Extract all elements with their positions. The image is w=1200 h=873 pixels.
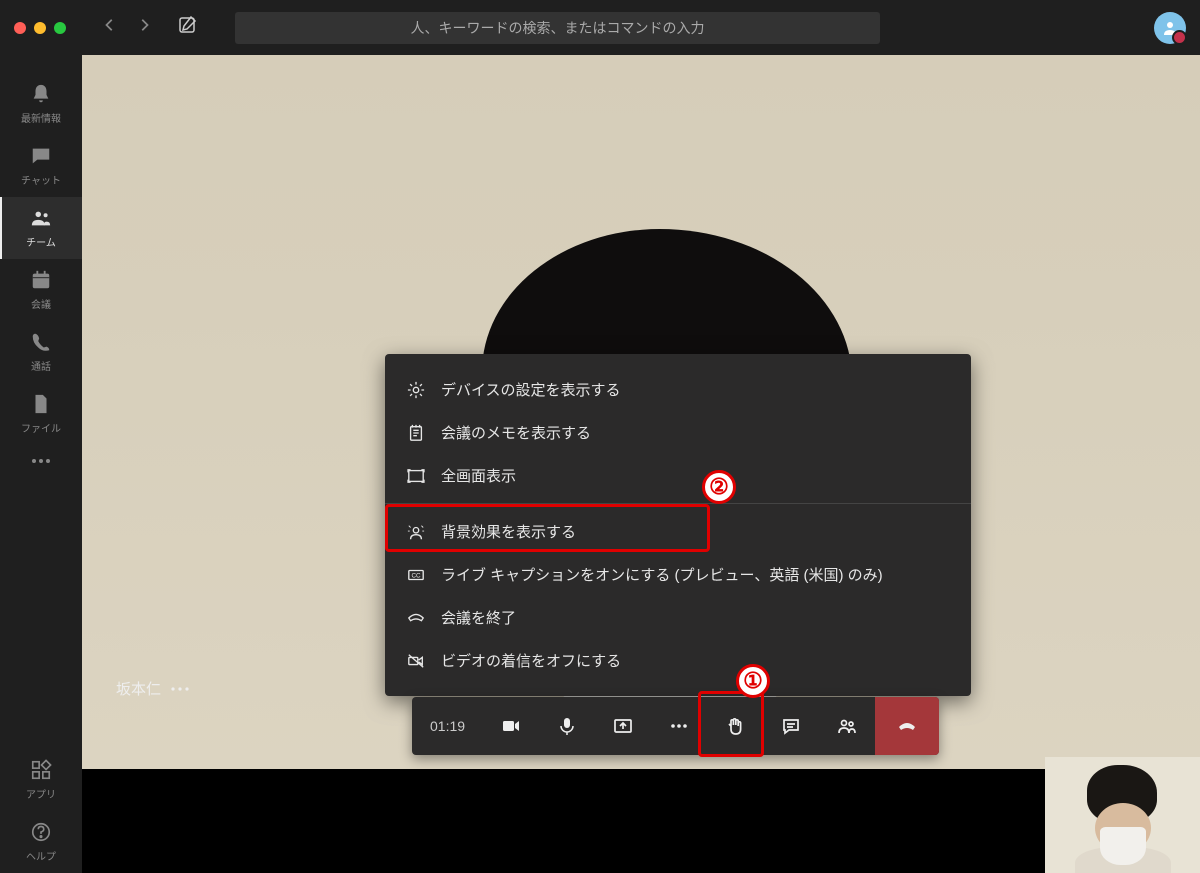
sidebar-item-apps[interactable]: アプリ (0, 749, 82, 811)
menu-label: 会議のメモを表示する (441, 422, 591, 443)
sidebar-label: アプリ (26, 786, 56, 801)
hangup-button[interactable] (875, 697, 939, 755)
annotation-marker-2: ② (702, 470, 736, 504)
meeting-stage: 坂本仁 デバイスの設定を表示する 会議のメモを表示する 全画面表示 (82, 55, 1200, 873)
sidebar-item-calls[interactable]: 通話 (0, 321, 82, 383)
compose-button[interactable] (178, 15, 198, 40)
menu-item-live-captions[interactable]: CC ライブ キャプションをオンにする (プレビュー、英語 (米国) のみ) (385, 553, 971, 596)
minimize-window-icon[interactable] (34, 22, 46, 34)
menu-label: 全画面表示 (441, 465, 516, 486)
menu-label: 会議を終了 (441, 607, 516, 628)
menu-item-device-settings[interactable]: デバイスの設定を表示する (385, 368, 971, 411)
menu-item-meeting-notes[interactable]: 会議のメモを表示する (385, 411, 971, 454)
search-input[interactable]: 人、キーワードの検索、またはコマンドの入力 (235, 12, 880, 44)
camera-button[interactable] (483, 697, 539, 755)
forward-button[interactable] (137, 18, 151, 37)
app-rail: 最新情報 チャット チーム 会議 通話 ファイル (0, 55, 82, 873)
menu-label: ビデオの着信をオフにする (441, 650, 621, 671)
participant-nameplate[interactable]: 坂本仁 (116, 678, 189, 699)
sidebar-label: チーム (26, 234, 56, 249)
window-controls (14, 22, 66, 34)
participants-button[interactable] (819, 697, 875, 755)
annotation-highlight-1 (698, 691, 764, 757)
sidebar-more-button[interactable] (0, 445, 82, 477)
sidebar-item-help[interactable]: ヘルプ (0, 811, 82, 873)
chat-button[interactable] (763, 697, 819, 755)
title-bar: 人、キーワードの検索、またはコマンドの入力 (0, 0, 1200, 55)
svg-text:CC: CC (411, 572, 421, 579)
annotation-marker-1: ① (736, 664, 770, 698)
maximize-window-icon[interactable] (54, 22, 66, 34)
menu-label: デバイスの設定を表示する (441, 379, 621, 400)
meeting-toolbar: 01:19 (412, 697, 939, 755)
menu-item-incoming-video-off[interactable]: ビデオの着信をオフにする (385, 639, 971, 682)
sidebar-label: ヘルプ (26, 848, 56, 863)
sidebar-item-files[interactable]: ファイル (0, 383, 82, 445)
share-button[interactable] (595, 697, 651, 755)
main-video-feed: 坂本仁 デバイスの設定を表示する 会議のメモを表示する 全画面表示 (82, 55, 1200, 769)
sidebar-item-chat[interactable]: チャット (0, 135, 82, 197)
stage-lower-area (82, 769, 1200, 873)
menu-item-fullscreen[interactable]: 全画面表示 (385, 454, 971, 497)
search-placeholder: 人、キーワードの検索、またはコマンドの入力 (411, 18, 705, 38)
sidebar-label: ファイル (21, 420, 61, 435)
annotation-highlight-2 (385, 504, 710, 552)
back-button[interactable] (103, 18, 117, 37)
mic-button[interactable] (539, 697, 595, 755)
sidebar-label: 最新情報 (21, 110, 61, 125)
sidebar-label: 通話 (31, 358, 51, 373)
sidebar-item-activity[interactable]: 最新情報 (0, 73, 82, 135)
menu-item-end-meeting[interactable]: 会議を終了 (385, 596, 971, 639)
sidebar-label: 会議 (31, 296, 51, 311)
call-duration: 01:19 (412, 697, 483, 755)
sidebar-item-teams[interactable]: チーム (0, 197, 82, 259)
sidebar-item-calendar[interactable]: 会議 (0, 259, 82, 321)
self-view[interactable] (1045, 757, 1200, 873)
sidebar-label: チャット (21, 172, 61, 187)
profile-avatar[interactable] (1154, 12, 1186, 44)
close-window-icon[interactable] (14, 22, 26, 34)
participant-name: 坂本仁 (116, 678, 161, 699)
menu-label: ライブ キャプションをオンにする (プレビュー、英語 (米国) のみ) (441, 564, 883, 585)
